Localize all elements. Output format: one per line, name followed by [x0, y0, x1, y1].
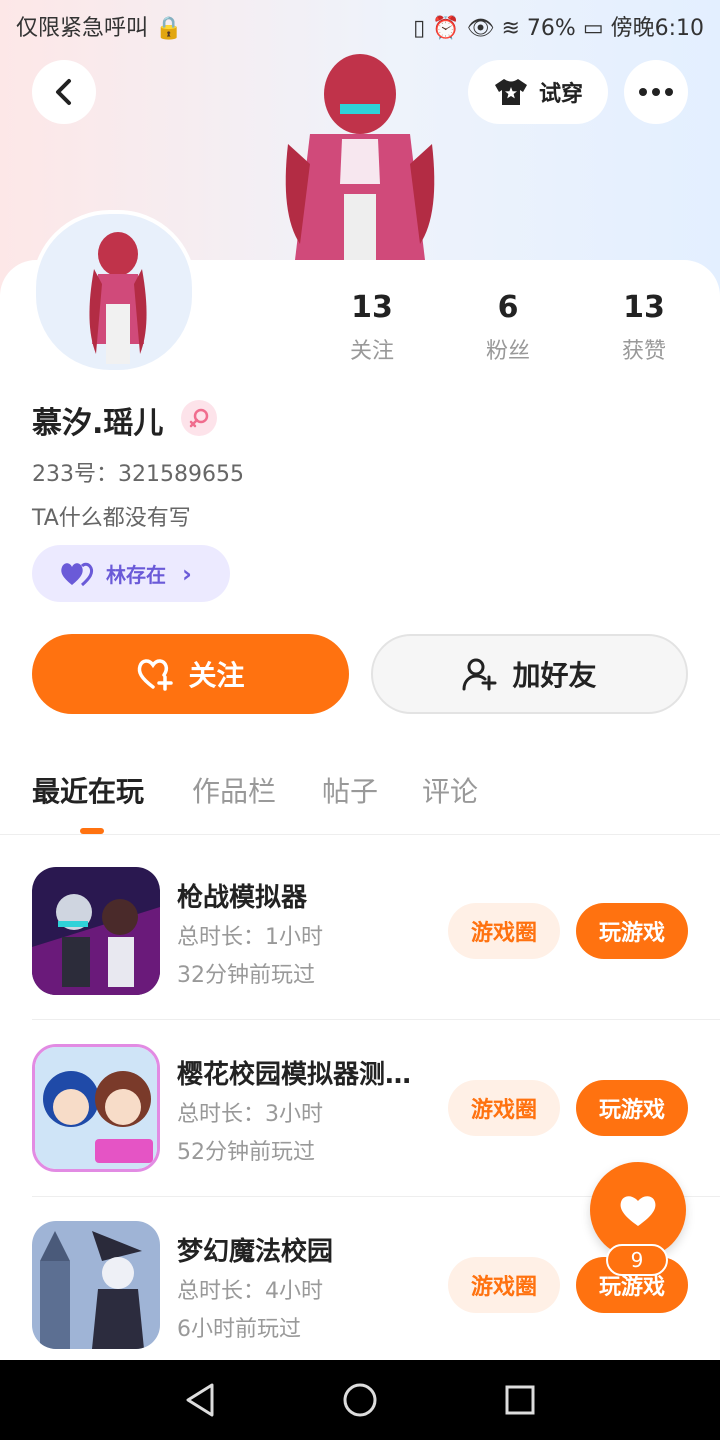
game-duration: 总时长：1小时 [177, 925, 323, 950]
stat-likes-value: 13 [623, 290, 665, 325]
add-friend-button[interactable]: 加好友 [371, 634, 688, 714]
tab-posts[interactable]: 帖子 [322, 770, 378, 810]
tab-recent-play[interactable]: 最近在玩 [32, 770, 144, 810]
back-button[interactable] [32, 60, 96, 124]
system-nav-bar [0, 1360, 720, 1440]
like-count-badge: 9 [606, 1244, 668, 1276]
tab-comments[interactable]: 评论 [422, 770, 478, 810]
double-heart-icon [61, 562, 94, 586]
chevron-right-icon: › [182, 559, 192, 588]
bio: TA什么都没有写 [32, 506, 191, 531]
battery-icon: ▭ [582, 16, 611, 41]
list-divider [32, 1019, 720, 1020]
back-nav-icon[interactable] [184, 1382, 218, 1418]
game-item[interactable]: 樱花校园模拟器测… 总时长：3小时 52分钟前玩过 游戏圈 玩游戏 [32, 1044, 688, 1174]
couple-badge[interactable]: 林存在 › [32, 545, 230, 602]
couple-name: 林存在 [106, 563, 166, 587]
game-name: 樱花校园模拟器测… [177, 1060, 412, 1090]
stat-followers-label: 粉丝 [485, 339, 530, 364]
avatar-figure [89, 232, 147, 364]
stat-following[interactable]: 13 关注 [312, 290, 432, 365]
avatar-3d-figure [285, 54, 435, 260]
stat-followers-value: 6 [497, 290, 519, 325]
game-name: 枪战模拟器 [177, 883, 308, 913]
home-nav-icon[interactable] [342, 1382, 378, 1418]
carrier-text: 仅限紧急呼叫 🔒 [16, 16, 183, 41]
game-icon[interactable] [32, 1044, 160, 1172]
game-item[interactable]: 梦幻魔法校园 总时长：4小时 6小时前玩过 游戏圈 玩游戏 [32, 1221, 688, 1351]
chevron-left-icon [56, 79, 71, 105]
game-icon[interactable] [32, 1221, 160, 1349]
female-gender-icon [181, 400, 217, 436]
status-right: ▯ ⏰ 👁 ≋ 76% ▭ 傍晚6:10 [413, 10, 704, 42]
game-duration: 总时长：3小时 [177, 1102, 323, 1127]
status-bar: 仅限紧急呼叫 🔒 ▯ ⏰ 👁 ≋ 76% ▭ 傍晚6:10 [0, 0, 720, 50]
game-duration: 总时长：4小时 [177, 1279, 323, 1304]
game-item[interactable]: 枪战模拟器 总时长：1小时 32分钟前玩过 游戏圈 玩游戏 [32, 867, 688, 997]
heart-plus-icon [138, 659, 174, 691]
play-game-button[interactable]: 玩游戏 [576, 1080, 688, 1136]
follow-button[interactable]: 关注 [32, 634, 349, 714]
play-game-button[interactable]: 玩游戏 [576, 903, 688, 959]
game-icon[interactable] [32, 867, 160, 995]
status-icons: ▯ ⏰ 👁 ≋ [413, 16, 527, 41]
recents-nav-icon[interactable] [504, 1384, 536, 1416]
more-options-button[interactable] [624, 60, 688, 124]
more-dots-icon [639, 88, 673, 96]
tshirt-icon [494, 79, 527, 105]
tryon-label: 试穿 [538, 82, 583, 107]
game-circle-button[interactable]: 游戏圈 [448, 903, 560, 959]
game-name: 梦幻魔法校园 [177, 1237, 334, 1267]
stat-likes-label: 获赞 [621, 339, 666, 364]
stat-followers[interactable]: 6 粉丝 [448, 290, 568, 365]
stat-following-label: 关注 [349, 339, 394, 364]
stat-likes[interactable]: 13 获赞 [584, 290, 704, 365]
game-last-played: 32分钟前玩过 [177, 963, 315, 988]
tab-divider [0, 834, 720, 835]
heart-icon [620, 1196, 656, 1226]
game-circle-button[interactable]: 游戏圈 [448, 1080, 560, 1136]
game-last-played: 6小时前玩过 [177, 1317, 301, 1342]
username: 慕汐.瑶儿 [32, 406, 164, 441]
tryon-button[interactable]: 试穿 [468, 60, 608, 124]
add-friend-label: 加好友 [512, 659, 597, 692]
tab-works[interactable]: 作品栏 [192, 770, 276, 810]
game-last-played: 52分钟前玩过 [177, 1140, 315, 1165]
battery-level: 76% [526, 16, 576, 41]
clock: 傍晚6:10 [610, 16, 704, 41]
follow-label: 关注 [188, 659, 245, 692]
game-circle-button[interactable]: 游戏圈 [448, 1257, 560, 1313]
avatar[interactable] [32, 210, 196, 374]
add-user-icon [462, 658, 497, 691]
user-id: 233号：321589655 [32, 462, 244, 487]
stat-following-value: 13 [351, 290, 393, 325]
